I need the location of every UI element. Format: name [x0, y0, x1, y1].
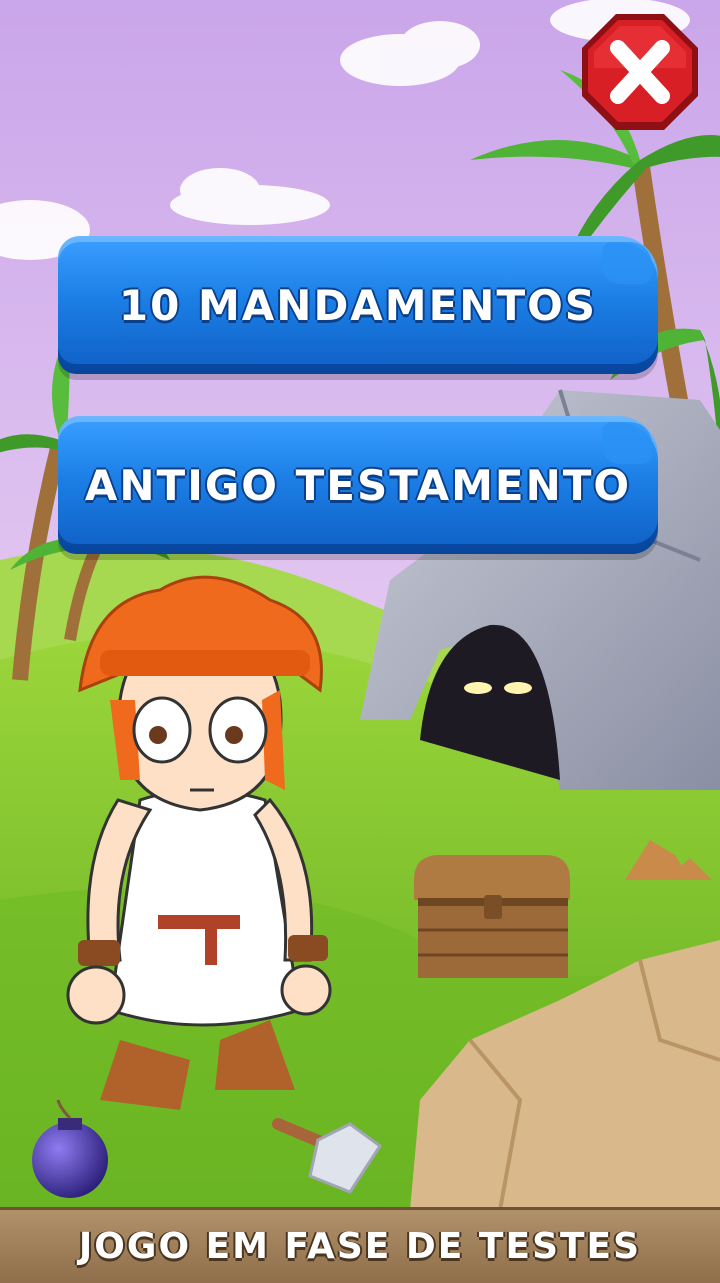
menu-button-label: ANTIGO TESTAMENTO: [84, 460, 632, 510]
close-button[interactable]: [576, 8, 704, 136]
status-banner-text: JOGO EM FASE DE TESTES: [78, 1226, 642, 1267]
menu-button-10-mandamentos[interactable]: 10 MANDAMENTOS: [58, 236, 658, 374]
game-background: [0, 0, 720, 1280]
treasure-chest: [414, 855, 570, 978]
status-banner: JOGO EM FASE DE TESTES: [0, 1207, 720, 1283]
menu-button-label: 10 MANDAMENTOS: [118, 280, 598, 330]
close-x-icon: [582, 14, 698, 130]
menu-button-antigo-testamento[interactable]: ANTIGO TESTAMENTO: [58, 416, 658, 554]
